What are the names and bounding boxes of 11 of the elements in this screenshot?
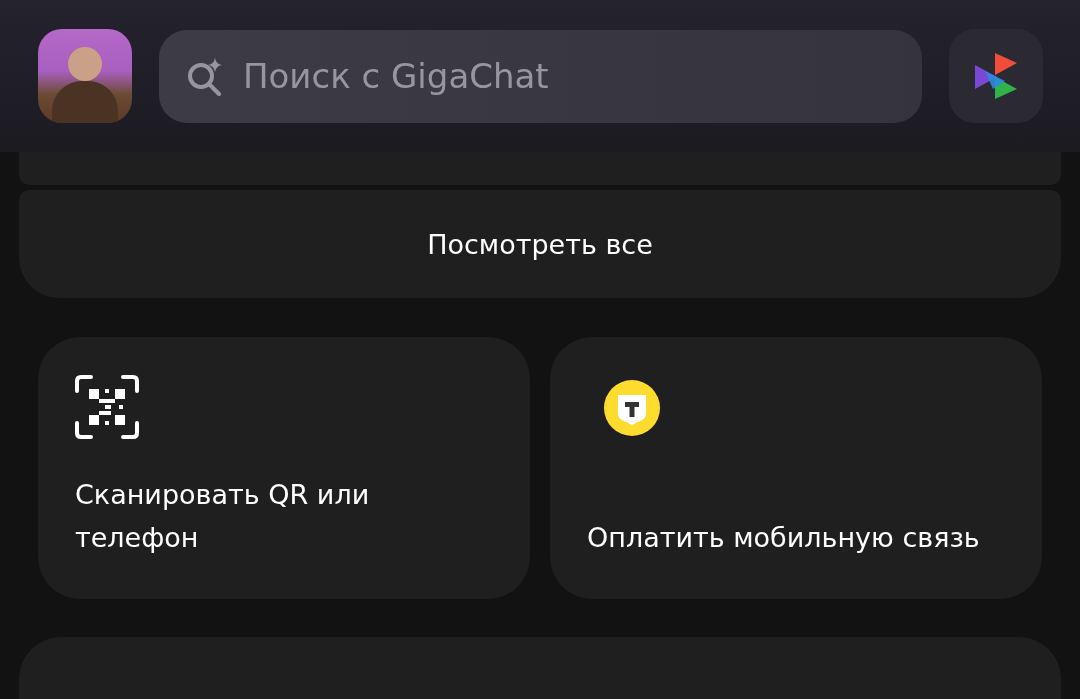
app-logo-button[interactable]: [949, 29, 1043, 123]
avatar[interactable]: [38, 29, 132, 123]
tile-label: Оплатить мобильную связь: [587, 521, 981, 555]
tile-label: Сканировать QR или телефон: [75, 478, 371, 555]
view-all-button[interactable]: Посмотреть все: [19, 190, 1061, 298]
colorful-triangles-icon: [973, 51, 1019, 101]
action-tile[interactable]: Сканировать QR или телефон: [38, 337, 530, 599]
action-tile[interactable]: Оплатить мобильную связь: [550, 337, 1042, 599]
qr-scan-icon: [75, 375, 139, 439]
shield-t-icon: [603, 379, 661, 437]
search-field[interactable]: Поиск с GigaChat: [159, 29, 922, 123]
